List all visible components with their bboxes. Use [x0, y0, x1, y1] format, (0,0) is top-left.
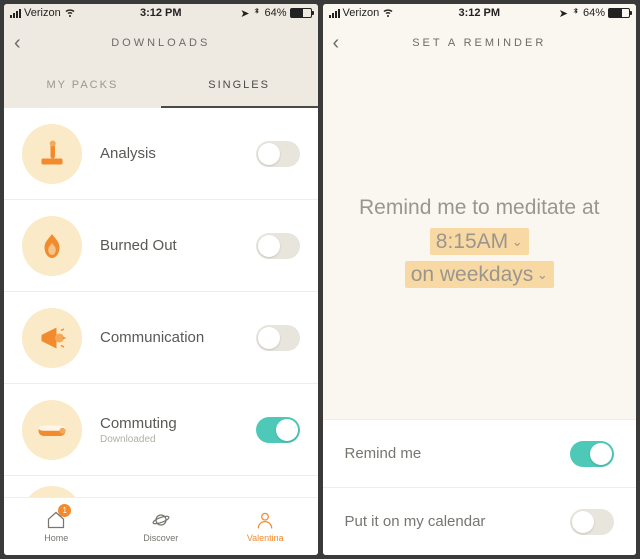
nav-label: Discover	[143, 533, 178, 543]
remind-toggle[interactable]	[570, 441, 614, 467]
calendar-toggle[interactable]	[570, 509, 614, 535]
item-title: Commuting	[100, 415, 256, 432]
nav-profile[interactable]: Valentina	[213, 498, 318, 555]
item-title: Communication	[100, 329, 256, 346]
battery-icon	[290, 8, 312, 18]
page-title: DOWNLOADS	[111, 37, 210, 49]
page-header: ‹ DOWNLOADS	[4, 22, 318, 64]
back-button[interactable]: ‹	[14, 32, 24, 55]
reminder-sentence: Remind me to meditate at 8:15AM ⌄ on wee…	[323, 64, 637, 419]
page-title: SET A REMINDER	[412, 37, 546, 49]
tab-my-packs[interactable]: MY PACKS	[4, 64, 161, 108]
megaphone-icon	[22, 308, 82, 368]
microscope-icon	[22, 124, 82, 184]
page-header: ‹ SET A REMINDER	[323, 22, 637, 64]
tab-singles[interactable]: SINGLES	[161, 64, 318, 108]
setting-calendar: Put it on my calendar	[323, 487, 637, 555]
setting-label: Remind me	[345, 445, 422, 462]
reminder-settings: Remind me Put it on my calendar	[323, 419, 637, 555]
sentence-text: Remind me to meditate at	[359, 196, 599, 219]
train-icon	[22, 400, 82, 460]
nav-discover[interactable]: Discover	[109, 498, 214, 555]
list-item[interactable]: Burned Out	[4, 200, 318, 292]
days-picker[interactable]: on weekdays ⌄	[405, 261, 554, 288]
planet-icon	[151, 510, 171, 530]
nav-home[interactable]: 1 Home	[4, 498, 109, 555]
status-time: 3:12 PM	[4, 7, 318, 19]
back-button[interactable]: ‹	[333, 32, 343, 55]
list-item[interactable]	[4, 476, 318, 497]
item-title: Analysis	[100, 145, 256, 162]
download-toggle[interactable]	[256, 233, 300, 259]
person-icon	[255, 510, 275, 530]
item-title: Burned Out	[100, 237, 256, 254]
downloads-screen: Verizon 3:12 PM ➤ 64% ‹ DOWNLOADS MY PAC…	[4, 4, 318, 555]
list-item[interactable]: Commuting Downloaded	[4, 384, 318, 476]
nav-label: Home	[44, 533, 68, 543]
fire-icon	[22, 216, 82, 276]
download-toggle[interactable]	[256, 325, 300, 351]
status-bar: Verizon 3:12 PM ➤ 64%	[4, 4, 318, 22]
download-toggle[interactable]	[256, 141, 300, 167]
item-icon	[22, 486, 82, 497]
chevron-down-icon: ⌄	[508, 234, 523, 249]
reminder-screen: Verizon 3:12 PM ➤ 64% ‹ SET A REMINDER R…	[323, 4, 637, 555]
bottom-nav: 1 Home Discover Valentina	[4, 497, 318, 555]
nav-label: Valentina	[247, 533, 284, 543]
nav-badge: 1	[58, 504, 71, 517]
setting-label: Put it on my calendar	[345, 513, 486, 530]
list-item[interactable]: Communication	[4, 292, 318, 384]
time-picker[interactable]: 8:15AM ⌄	[430, 228, 529, 255]
status-time: 3:12 PM	[323, 7, 637, 19]
download-toggle[interactable]	[256, 417, 300, 443]
battery-icon	[608, 8, 630, 18]
list-item[interactable]: Analysis	[4, 108, 318, 200]
status-bar: Verizon 3:12 PM ➤ 64%	[323, 4, 637, 22]
setting-remind-me: Remind me	[323, 419, 637, 487]
tab-bar: MY PACKS SINGLES	[4, 64, 318, 108]
chevron-down-icon: ⌄	[533, 267, 548, 282]
item-subtitle: Downloaded	[100, 434, 256, 445]
downloads-list: Analysis Burned Out Communication Commut…	[4, 108, 318, 497]
